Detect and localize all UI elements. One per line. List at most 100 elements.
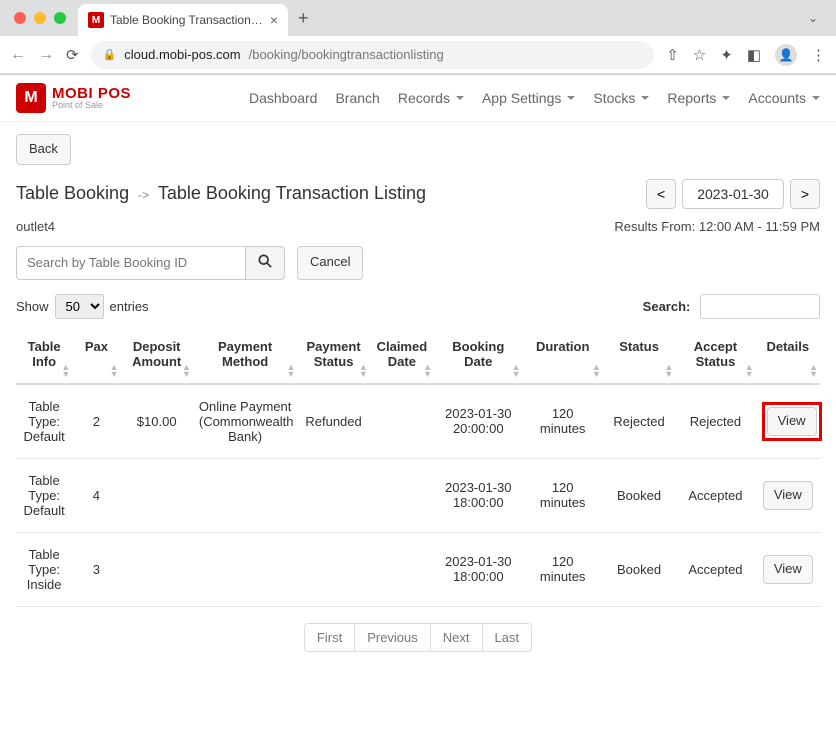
breadcrumb: Table Booking -> Table Booking Transacti… [16,183,426,204]
date-prev-button[interactable]: < [646,179,676,209]
logo[interactable]: M MOBI POS Point of Sale [16,83,131,113]
cancel-button[interactable]: Cancel [297,246,363,280]
back-button[interactable]: Back [16,134,71,165]
menu-icon[interactable]: ⋮ [811,46,826,64]
browser-tab[interactable]: M Table Booking Transaction Listi × [78,4,288,36]
cell-status: Booked [603,458,675,532]
nav-item-records[interactable]: Records [398,90,464,106]
app-header: M MOBI POS Point of Sale Dashboard Branch… [0,75,836,122]
search-icon [258,254,272,272]
favicon-icon: M [88,12,104,28]
cell-status: Rejected [603,384,675,459]
tab-bar: M Table Booking Transaction Listi × + ⌄ [0,0,836,36]
cell-booking-date: 2023-01-3020:00:00 [434,384,522,459]
column-duration[interactable]: Duration▲▼ [522,329,602,384]
cell-table-info: TableType:Inside [16,532,72,606]
sort-icon: ▲▼ [809,364,818,377]
date-display[interactable]: 2023-01-30 [682,179,784,209]
sort-icon: ▲▼ [182,364,191,377]
cell-duration: 120 minutes [522,458,602,532]
column-details[interactable]: Details▲▼ [756,329,820,384]
date-next-button[interactable]: > [790,179,820,209]
view-button[interactable]: View [763,555,813,584]
page-previous[interactable]: Previous [355,623,431,652]
pagination: FirstPreviousNextLast [16,623,820,652]
cell-status: Booked [603,532,675,606]
table-row: TableType:Inside3 2023-01-3018:00:00120 m… [16,532,820,606]
column-booking-date[interactable]: BookingDate▲▼ [434,329,522,384]
forward-icon: → [38,46,54,64]
cell-claimed [370,384,434,459]
nav-item-reports[interactable]: Reports [667,90,730,106]
sort-icon: ▲▼ [745,364,754,377]
page-last[interactable]: Last [483,623,533,652]
close-window-icon[interactable] [14,12,26,24]
sort-icon: ▲▼ [423,364,432,377]
nav-item-app-settings[interactable]: App Settings [482,90,575,106]
cell-payment-status [297,458,369,532]
cell-table-info: TableType:Default [16,384,72,459]
cell-payment-method: Online Payment (Commonwealth Bank) [193,384,298,459]
cell-claimed [370,532,434,606]
cell-pax: 3 [72,532,120,606]
column-deposit-amount[interactable]: DepositAmount▲▼ [121,329,193,384]
nav-item-accounts[interactable]: Accounts [748,90,820,106]
page-first[interactable]: First [304,623,355,652]
cell-table-info: TableType:Default [16,458,72,532]
column-payment-method[interactable]: PaymentMethod▲▼ [193,329,298,384]
cell-pax: 2 [72,384,120,459]
column-status[interactable]: Status▲▼ [603,329,675,384]
outlet-name: outlet4 [16,219,55,234]
cell-payment-method [193,458,298,532]
cell-booking-date: 2023-01-3018:00:00 [434,532,522,606]
address-bar[interactable]: 🔒 cloud.mobi-pos.com/booking/bookingtran… [91,41,655,69]
share-icon[interactable]: ⇧ [666,46,679,64]
url-path: /booking/bookingtransactionlisting [249,47,444,62]
back-icon[interactable]: ← [10,46,26,64]
sort-icon: ▲▼ [61,364,70,377]
bookmark-icon[interactable]: ☆ [693,46,706,64]
cell-deposit: $10.00 [121,384,193,459]
browser-chrome: M Table Booking Transaction Listi × + ⌄ … [0,0,836,75]
maximize-window-icon[interactable] [54,12,66,24]
cell-duration: 120 minutes [522,384,602,459]
cell-deposit [121,458,193,532]
logo-mark-icon: M [16,83,46,113]
view-button[interactable]: View [767,407,817,436]
breadcrumb-root[interactable]: Table Booking [16,183,129,203]
tabs-menu-icon[interactable]: ⌄ [808,11,818,25]
breadcrumb-arrow-icon: -> [138,188,149,202]
lock-icon: 🔒 [103,48,117,61]
table-search-input[interactable] [700,294,820,319]
nav-item-dashboard[interactable]: Dashboard [249,90,318,106]
column-claimed-date[interactable]: ClaimedDate▲▼ [370,329,434,384]
entries-label: entries [110,299,149,314]
reload-icon[interactable]: ⟳ [66,46,79,64]
panel-icon[interactable]: ◧ [747,46,761,64]
new-tab-button[interactable]: + [298,8,309,29]
view-button[interactable]: View [763,481,813,510]
page-content: Back Table Booking -> Table Booking Tran… [0,122,836,664]
logo-main: MOBI POS [52,86,131,101]
search-button[interactable] [246,246,285,280]
column-accept-status[interactable]: AcceptStatus▲▼ [675,329,755,384]
nav-item-branch[interactable]: Branch [335,90,379,106]
booking-search-input[interactable] [16,246,246,280]
date-navigation: < 2023-01-30 > [646,179,820,209]
main-nav: Dashboard Branch Records App Settings Stocks… [249,90,820,106]
profile-icon[interactable]: 👤 [775,44,797,66]
tab-title: Table Booking Transaction Listi [110,13,264,27]
column-pax[interactable]: Pax▲▼ [72,329,120,384]
page-next[interactable]: Next [431,623,483,652]
nav-item-stocks[interactable]: Stocks [593,90,649,106]
column-payment-status[interactable]: PaymentStatus▲▼ [297,329,369,384]
extensions-icon[interactable]: ✦ [720,46,733,64]
table-search-label: Search: [643,299,691,314]
breadcrumb-current: Table Booking Transaction Listing [158,183,426,203]
browser-toolbar-right: ⇧ ☆ ✦ ◧ 👤 ⋮ [666,44,826,66]
tab-close-icon[interactable]: × [270,12,278,28]
cell-duration: 120 minutes [522,532,602,606]
minimize-window-icon[interactable] [34,12,46,24]
entries-select[interactable]: 50 [55,294,104,319]
column-table-info[interactable]: TableInfo▲▼ [16,329,72,384]
